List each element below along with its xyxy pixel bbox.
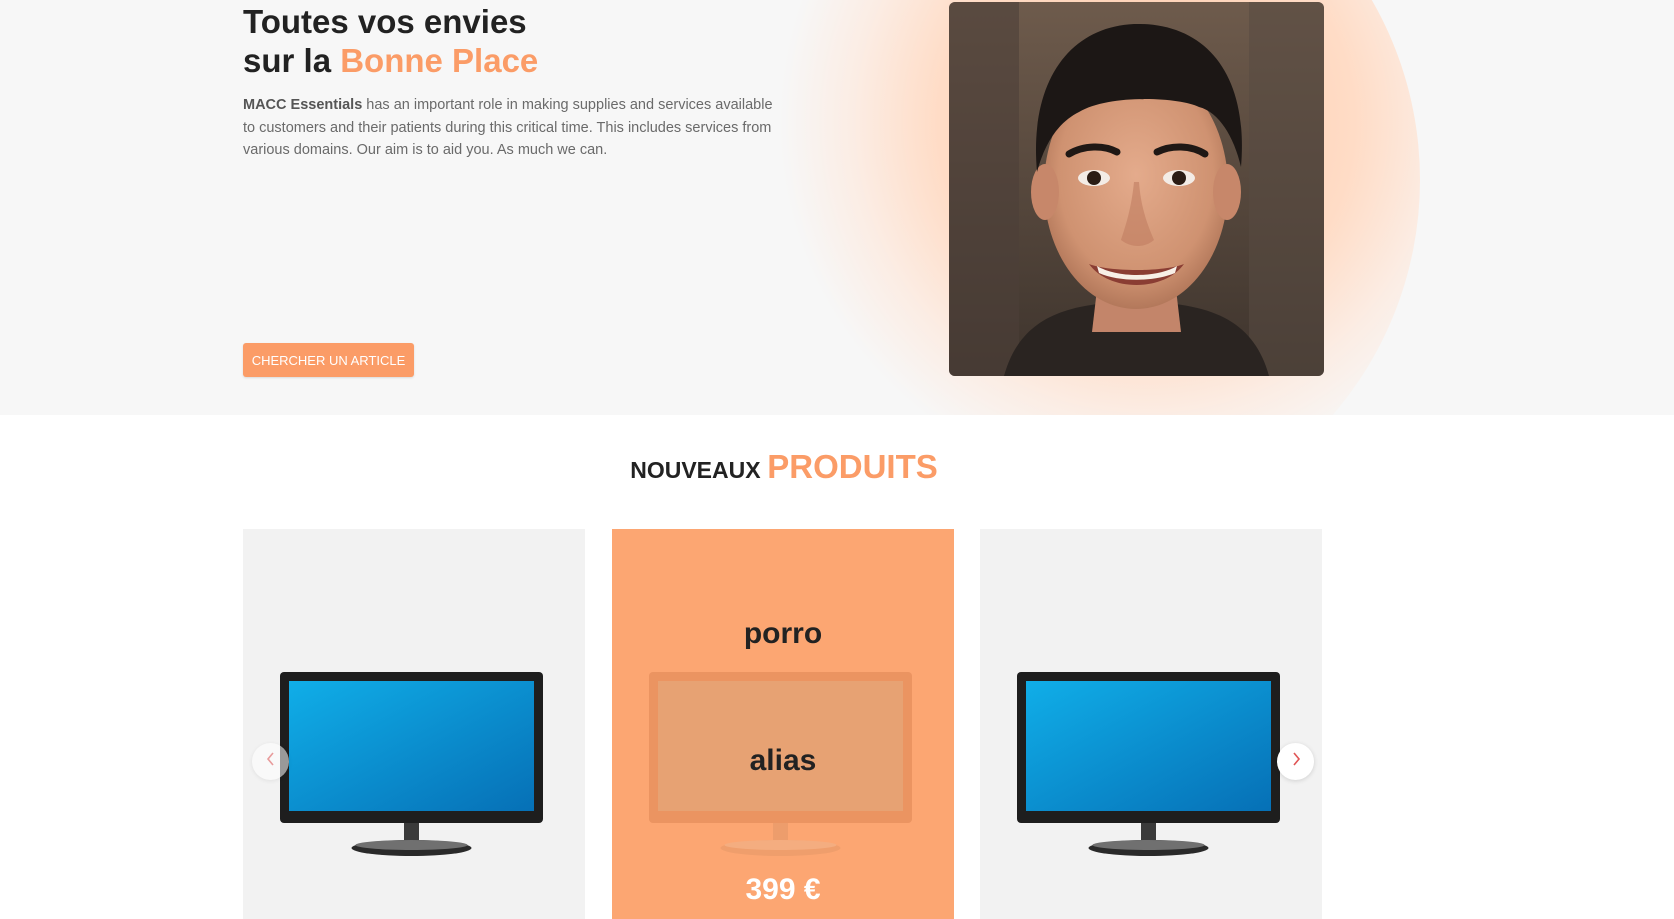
product-card[interactable] — [243, 529, 585, 919]
chevron-right-icon — [1290, 751, 1302, 772]
product-card[interactable] — [980, 529, 1322, 919]
hero-section: Toutes vos envies sur la Bonne Place MAC… — [0, 0, 1674, 415]
search-article-button[interactable]: CHERCHER UN ARTICLE — [243, 343, 414, 377]
hero-title-line1: Toutes vos envies — [243, 3, 527, 40]
product-name: porro — [743, 617, 823, 650]
carousel-prev-button[interactable] — [252, 743, 289, 780]
hero-description: MACC Essentials has an important role in… — [243, 94, 773, 162]
carousel-next-button[interactable] — [1277, 743, 1314, 780]
monitor-image — [280, 672, 543, 865]
monitor-image — [1017, 672, 1280, 865]
portrait-photo — [949, 2, 1324, 376]
product-price: 399 € — [745, 873, 821, 906]
new-products-heading: NOUVEAUX PRODUITS — [0, 448, 1568, 486]
brand-name: MACC Essentials — [243, 97, 363, 113]
new-products-heading-accent: PRODUITS — [767, 448, 938, 485]
new-products-heading-prefix: NOUVEAUX — [630, 457, 761, 483]
hero-title: Toutes vos envies sur la Bonne Place — [243, 2, 538, 80]
product-subtitle: alias — [749, 744, 817, 777]
chevron-left-icon — [265, 751, 277, 772]
hero-title-prefix: sur la — [243, 42, 332, 79]
product-card-featured[interactable]: porro alias 399 € — [612, 529, 954, 919]
hero-title-accent: Bonne Place — [340, 42, 539, 79]
